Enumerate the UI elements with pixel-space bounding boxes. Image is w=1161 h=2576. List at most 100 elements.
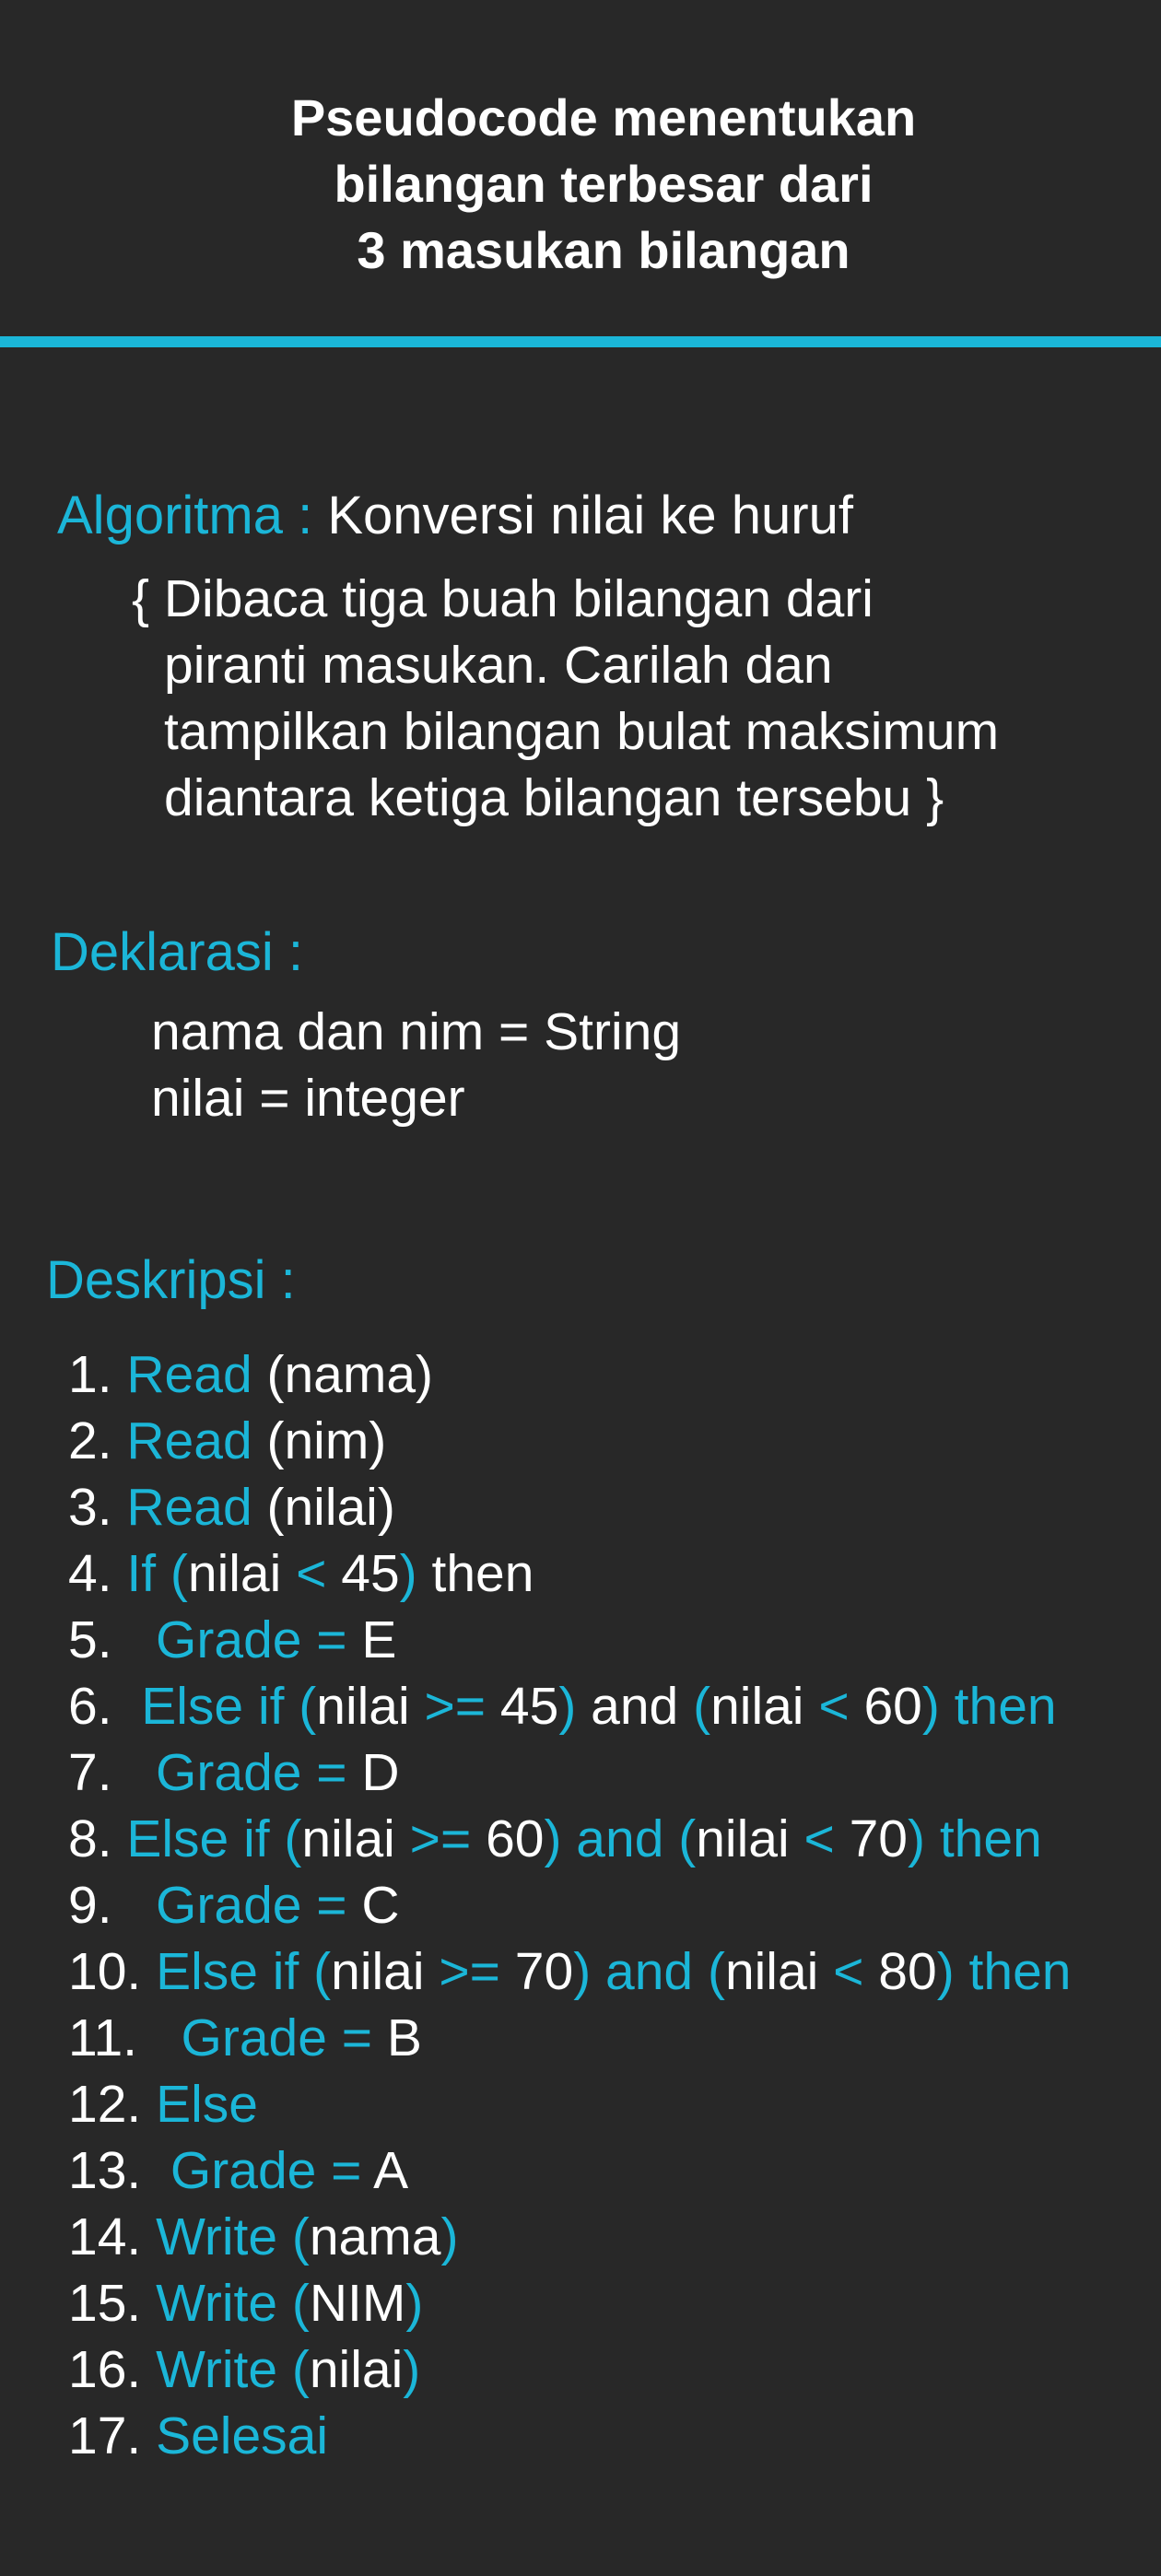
deskripsi-step: 6. Else if (nilai >= 45) and (nilai < 60… (68, 1673, 1071, 1739)
step-keyword: Grade = (156, 1610, 347, 1669)
step-text: nilai (696, 1809, 804, 1868)
step-keyword: >= (409, 1809, 472, 1868)
deskripsi-step: 17. Selesai (68, 2403, 1071, 2469)
algoritma-description-line: diantara ketiga bilangan tersebu } (164, 768, 944, 827)
step-keyword: ) (405, 2274, 424, 2333)
step-keyword: < (296, 1544, 327, 1603)
step-keyword: ) and ( (573, 1942, 725, 2001)
deskripsi-heading: Deskripsi : (46, 1250, 296, 1310)
deklarasi-heading: Deklarasi : (51, 922, 303, 982)
step-keyword: Grade = (181, 2008, 373, 2067)
deskripsi-step: 8. Else if (nilai >= 60) and (nilai < 70… (68, 1806, 1071, 1872)
step-keyword: Grade = (170, 2141, 362, 2200)
step-text: then (416, 1544, 534, 1603)
step-text: 12. (68, 2075, 157, 2134)
header-divider (0, 336, 1161, 347)
step-keyword: Else if ( (141, 1677, 317, 1736)
algoritma-heading: Algoritma : Konversi nilai ke huruf (57, 479, 853, 553)
step-keyword: Write ( (156, 2340, 310, 2399)
deskripsi-step: 14. Write (nama) (68, 2204, 1071, 2270)
step-keyword: Read (126, 1478, 252, 1537)
step-text: and (576, 1677, 694, 1736)
step-text: 45 (326, 1544, 400, 1603)
step-text: 15. (68, 2274, 157, 2333)
header: Pseudocode menentukan bilangan terbesar … (0, 0, 1161, 336)
step-text: nilai (309, 2340, 404, 2399)
step-text: 80 (863, 1942, 937, 2001)
deskripsi-step: 2. Read (nim) (68, 1408, 1071, 1474)
step-keyword: < (833, 1942, 864, 2001)
step-keyword: < (818, 1677, 850, 1736)
algoritma-label: Algoritma : (57, 486, 328, 545)
step-keyword: Else (156, 2075, 258, 2134)
step-keyword: Grade = (156, 1876, 347, 1935)
deskripsi-step: 11. Grade = B (68, 2005, 1071, 2071)
step-keyword: < (803, 1809, 835, 1868)
step-text: nama (309, 2207, 441, 2266)
step-keyword: ) (440, 2207, 459, 2266)
step-keyword: Write ( (156, 2274, 310, 2333)
deskripsi-step: 7. Grade = D (68, 1739, 1071, 1806)
step-text: 7. (68, 1743, 157, 1802)
step-text: nilai (316, 1677, 425, 1736)
step-keyword: ) (403, 2340, 421, 2399)
step-keyword: Else if ( (126, 1809, 302, 1868)
deskripsi-step: 16. Write (nilai) (68, 2336, 1071, 2403)
step-text: A (361, 2141, 409, 2200)
step-text: 13. (68, 2141, 170, 2200)
deskripsi-step: 5. Grade = E (68, 1607, 1071, 1673)
step-text: 6. (68, 1677, 142, 1736)
step-keyword: ) then (921, 1677, 1057, 1736)
step-keyword: Else if ( (156, 1942, 332, 2001)
algoritma-description-line: { Dibaca tiga buah bilangan dari (132, 569, 874, 628)
deskripsi-step: 13. Grade = A (68, 2137, 1071, 2204)
step-text: (nilai) (252, 1478, 395, 1537)
step-text: 70 (834, 1809, 909, 1868)
step-text: B (372, 2008, 422, 2067)
step-keyword: >= (424, 1677, 487, 1736)
step-text: 60 (849, 1677, 922, 1736)
step-text: nilai (187, 1544, 297, 1603)
step-text: nilai (331, 1942, 440, 2001)
deskripsi-step: 12. Else (68, 2071, 1071, 2137)
step-text: 16. (68, 2340, 157, 2399)
step-keyword: If ( (126, 1544, 188, 1603)
step-text: NIM (309, 2274, 406, 2333)
deklarasi-line: nama dan nim = String (151, 1002, 682, 1061)
step-text: nilai (724, 1942, 834, 2001)
step-text: nilai (301, 1809, 410, 1868)
step-keyword: ) and ( (544, 1809, 697, 1868)
algoritma-description: { Dibaca tiga buah bilangan dari piranti… (132, 566, 999, 831)
deskripsi-steps: 1. Read (nama) 2. Read (nim) 3. Read (nila… (68, 1341, 1071, 2469)
step-keyword: Read (126, 1345, 252, 1404)
deskripsi-step: 1. Read (nama) (68, 1341, 1071, 1408)
step-text: 5. (68, 1610, 157, 1669)
algoritma-description-line: piranti masukan. Carilah dan (164, 636, 833, 695)
step-keyword: ) then (908, 1809, 1042, 1868)
deskripsi-step: 10. Else if (nilai >= 70) and (nilai < 8… (68, 1938, 1071, 2005)
step-keyword: Write ( (156, 2207, 310, 2266)
step-text: nilai (710, 1677, 819, 1736)
step-text: 10. (68, 1942, 157, 2001)
step-text: 2. (68, 1411, 127, 1470)
deskripsi-step: 9. Grade = C (68, 1872, 1071, 1938)
deskripsi-step: 15. Write (NIM) (68, 2270, 1071, 2336)
step-text: 9. (68, 1876, 157, 1935)
step-text: 4. (68, 1544, 127, 1603)
step-keyword: Grade = (156, 1743, 347, 1802)
step-text: C (346, 1876, 400, 1935)
step-keyword: ) (399, 1544, 417, 1603)
step-keyword: >= (439, 1942, 500, 2001)
step-text: 70 (499, 1942, 574, 2001)
step-text: 1. (68, 1345, 127, 1404)
algoritma-description-line: tampilkan bilangan bulat maksimum (164, 702, 1000, 761)
step-text: 14. (68, 2207, 157, 2266)
step-keyword: Selesai (156, 2406, 329, 2465)
step-text: 60 (471, 1809, 545, 1868)
step-text: 11. (68, 2008, 182, 2067)
deklarasi-line: nilai = integer (151, 1069, 465, 1128)
deskripsi-step: 3. Read (nilai) (68, 1474, 1071, 1540)
step-keyword: Read (126, 1411, 252, 1470)
algoritma-value: Konversi nilai ke huruf (327, 486, 853, 545)
step-text: (nama) (252, 1345, 434, 1404)
